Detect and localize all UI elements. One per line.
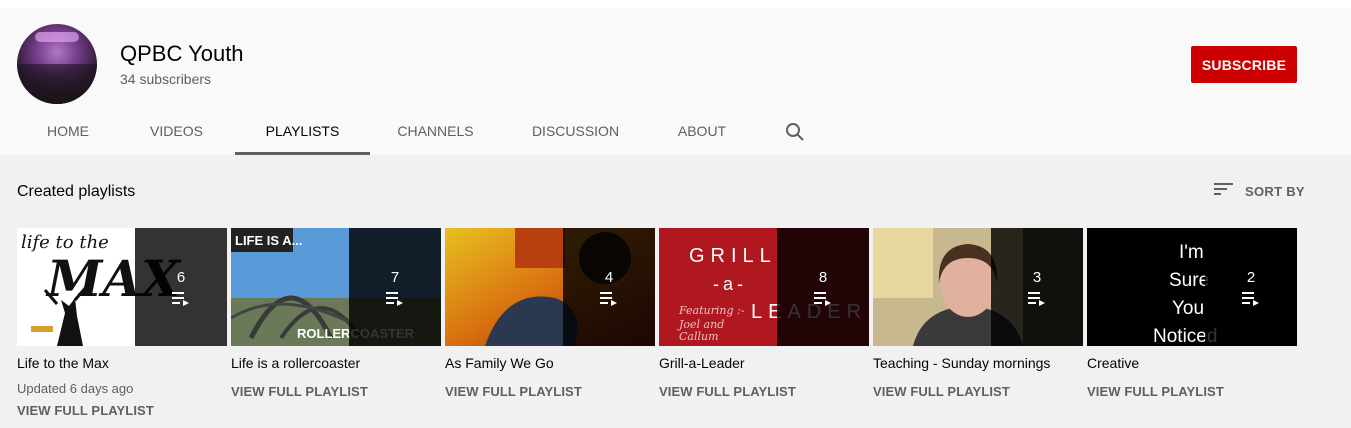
- playlist-thumbnail[interactable]: 3: [873, 228, 1083, 346]
- tab-about[interactable]: ABOUT: [664, 108, 740, 155]
- playlist-thumbnail[interactable]: life to the MAX 6: [17, 228, 227, 346]
- search-icon[interactable]: [783, 120, 817, 144]
- tab-videos[interactable]: VIDEOS: [131, 108, 222, 155]
- video-count: 3: [1032, 268, 1042, 286]
- playlist-thumbnail[interactable]: LIFE IS A... ROLLERCOASTER 7: [231, 228, 441, 346]
- playlist-play-icon: [386, 291, 404, 306]
- sort-by-button[interactable]: SORT BY: [1213, 180, 1305, 202]
- view-full-playlist-link[interactable]: VIEW FULL PLAYLIST: [231, 384, 441, 399]
- svg-text:Callum: Callum: [679, 330, 719, 343]
- channel-tabs: HOME VIDEOS PLAYLISTS CHANNELS DISCUSSIO…: [0, 108, 900, 155]
- tab-discussion[interactable]: DISCUSSION: [514, 108, 637, 155]
- playlist-play-icon: [172, 291, 190, 306]
- channel-avatar[interactable]: [17, 24, 97, 104]
- playlist-updated: Updated 6 days ago: [17, 381, 134, 396]
- playlist-thumbnail[interactable]: 4: [445, 228, 655, 346]
- tab-playlists[interactable]: PLAYLISTS: [235, 108, 370, 155]
- sort-icon: [1213, 181, 1235, 202]
- view-full-playlist-link[interactable]: VIEW FULL PLAYLIST: [659, 384, 869, 399]
- playlist-title[interactable]: Creative: [1087, 355, 1297, 371]
- video-count: 7: [390, 268, 400, 286]
- channel-name: QPBC Youth: [120, 41, 244, 66]
- playlist-title[interactable]: Life to the Max: [17, 355, 227, 371]
- view-full-playlist-link[interactable]: VIEW FULL PLAYLIST: [17, 403, 227, 418]
- playlist-thumbnail[interactable]: I'm Sure You Noticed 2: [1087, 228, 1297, 346]
- subscribe-button[interactable]: SUBSCRIBE: [1191, 46, 1297, 83]
- video-count: 6: [176, 268, 186, 286]
- tab-channels[interactable]: CHANNELS: [383, 108, 488, 155]
- top-strip: [0, 0, 1351, 8]
- playlist-play-icon: [1242, 291, 1260, 306]
- svg-text:GRILL: GRILL: [689, 245, 777, 267]
- svg-text:I'm: I'm: [1179, 242, 1204, 263]
- view-full-playlist-link[interactable]: VIEW FULL PLAYLIST: [1087, 384, 1297, 399]
- svg-text:LIFE IS A...: LIFE IS A...: [235, 233, 302, 248]
- playlist-play-icon: [1028, 291, 1046, 306]
- playlist-play-icon: [600, 291, 618, 306]
- playlist-title[interactable]: Life is a rollercoaster: [231, 355, 441, 371]
- playlist-title[interactable]: As Family We Go: [445, 355, 655, 371]
- subscriber-count: 34 subscribers: [120, 71, 212, 87]
- svg-text:-a-: -a-: [713, 274, 747, 294]
- svg-text:You: You: [1172, 298, 1204, 319]
- playlist-card[interactable]: I'm Sure You Noticed 2 Creative VIEW FUL…: [1087, 228, 1297, 399]
- view-full-playlist-link[interactable]: VIEW FULL PLAYLIST: [445, 384, 655, 399]
- view-full-playlist-link[interactable]: VIEW FULL PLAYLIST: [873, 384, 1083, 399]
- video-count: 4: [604, 268, 614, 286]
- tab-home[interactable]: HOME: [17, 108, 119, 155]
- playlist-title[interactable]: Grill-a-Leader: [659, 355, 869, 371]
- channel-header: QPBC Youth 34 subscribers SUBSCRIBE HOME…: [0, 8, 1351, 155]
- playlist-title[interactable]: Teaching - Sunday mornings: [873, 355, 1083, 371]
- video-count: 8: [818, 268, 828, 286]
- section-title: Created playlists: [17, 183, 136, 200]
- playlist-thumbnail[interactable]: GRILL -a- Featuring :- Joel and Callum L…: [659, 228, 869, 346]
- sort-by-label: SORT BY: [1245, 183, 1305, 199]
- svg-text:Featuring :-: Featuring :-: [678, 304, 745, 317]
- svg-text:Sure: Sure: [1169, 270, 1209, 291]
- playlist-play-icon: [814, 291, 832, 306]
- playlist-card[interactable]: 4 As Family We Go VIEW FULL PLAYLIST: [445, 228, 655, 399]
- playlist-card[interactable]: LIFE IS A... ROLLERCOASTER 7 Life is a r…: [231, 228, 441, 399]
- video-count: 2: [1246, 268, 1256, 286]
- playlist-card[interactable]: life to the MAX 6 Life to the Max Update…: [17, 228, 227, 418]
- playlist-card[interactable]: 3 Teaching - Sunday mornings VIEW FULL P…: [873, 228, 1083, 399]
- playlist-card[interactable]: GRILL -a- Featuring :- Joel and Callum L…: [659, 228, 869, 399]
